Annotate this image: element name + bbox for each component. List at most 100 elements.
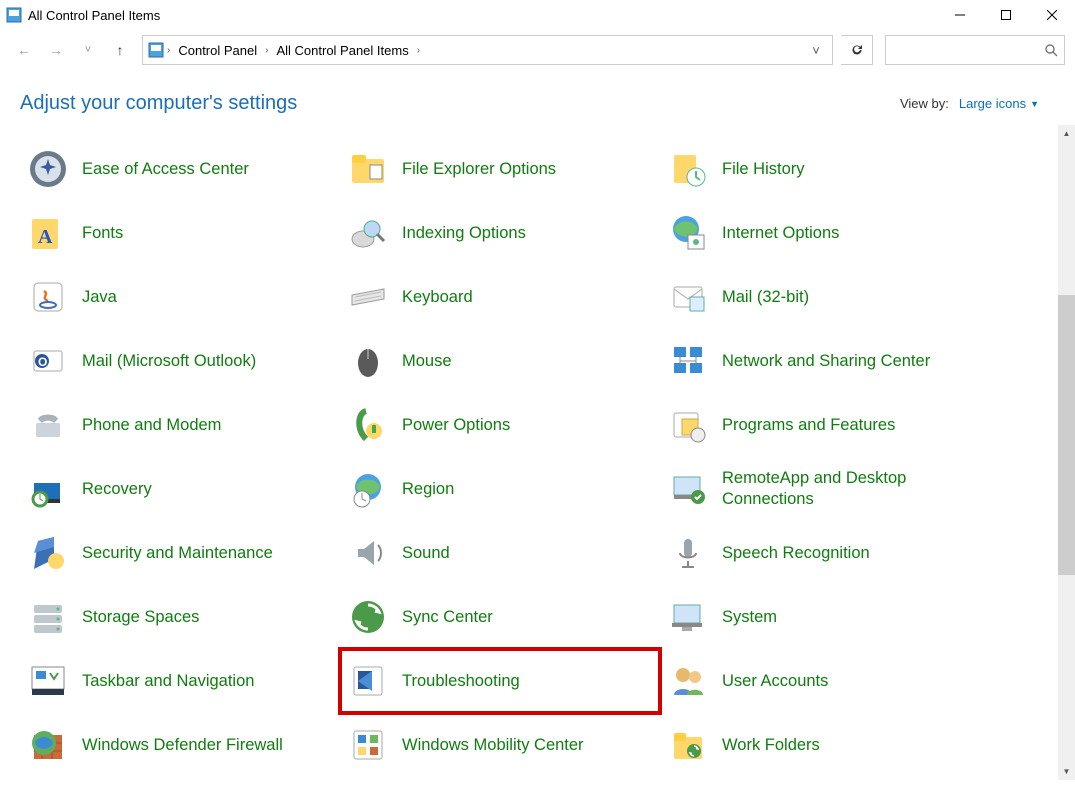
region-icon — [348, 469, 388, 509]
forward-button[interactable]: → — [42, 36, 70, 64]
cp-item-label: File Explorer Options — [402, 159, 556, 180]
cp-item-taskbar[interactable]: Taskbar and Navigation — [20, 649, 340, 713]
cp-item-label: Sound — [402, 543, 450, 564]
cp-item-folder-options[interactable]: File Explorer Options — [340, 137, 660, 201]
view-by-dropdown[interactable]: Large icons ▼ — [959, 96, 1039, 111]
cp-item-label: Troubleshooting — [402, 671, 520, 692]
cp-item-label: System — [722, 607, 777, 628]
cp-item-power[interactable]: Power Options — [340, 393, 660, 457]
cp-item-label: Ease of Access Center — [82, 159, 249, 180]
taskbar-icon — [28, 661, 68, 701]
storage-icon — [28, 597, 68, 637]
cp-item-firewall[interactable]: Windows Defender Firewall — [20, 713, 340, 777]
view-by-control: View by: Large icons ▼ — [900, 96, 1039, 111]
cp-item-label: Power Options — [402, 415, 510, 436]
cp-item-label: Speech Recognition — [722, 543, 870, 564]
cp-item-storage[interactable]: Storage Spaces — [20, 585, 340, 649]
view-by-value: Large icons — [959, 96, 1026, 111]
address-history-dropdown[interactable]: ˅ — [804, 43, 828, 58]
breadcrumb-current[interactable]: All Control Panel Items — [270, 36, 414, 64]
cp-item-security[interactable]: Security and Maintenance — [20, 521, 340, 585]
recent-locations-dropdown[interactable]: ˅ — [74, 36, 102, 64]
back-button[interactable]: ← — [10, 36, 38, 64]
cp-item-system[interactable]: System — [660, 585, 980, 649]
search-input[interactable] — [885, 35, 1065, 65]
cp-item-mail[interactable]: Mail (32-bit) — [660, 265, 980, 329]
up-button[interactable]: ↑ — [106, 36, 134, 64]
scroll-up-arrow[interactable]: ▲ — [1058, 125, 1075, 142]
cp-item-mail-outlook[interactable]: Mail (Microsoft Outlook) — [20, 329, 340, 393]
breadcrumb-root[interactable]: Control Panel — [172, 36, 263, 64]
cp-item-sync[interactable]: Sync Center — [340, 585, 660, 649]
breadcrumb-sep-icon: › — [417, 45, 420, 56]
items-grid: Ease of Access Center File Explorer Optio… — [0, 125, 1075, 777]
maximize-button[interactable] — [983, 0, 1029, 30]
java-icon — [28, 277, 68, 317]
scroll-down-arrow[interactable]: ▼ — [1058, 763, 1075, 780]
ease-of-access-icon — [28, 149, 68, 189]
cp-item-label: Mail (32-bit) — [722, 287, 809, 308]
scroll-thumb[interactable] — [1058, 295, 1075, 575]
cp-item-label: File History — [722, 159, 805, 180]
cp-item-label: Phone and Modem — [82, 415, 221, 436]
keyboard-icon — [348, 277, 388, 317]
phone-icon — [28, 405, 68, 445]
breadcrumb-sep-icon: › — [167, 45, 170, 56]
cp-item-label: Sync Center — [402, 607, 493, 628]
firewall-icon — [28, 725, 68, 765]
mobility-icon — [348, 725, 388, 765]
cp-item-label: Windows Mobility Center — [402, 735, 584, 756]
cp-item-troubleshoot[interactable]: Troubleshooting — [340, 649, 660, 713]
cp-item-internet[interactable]: Internet Options — [660, 201, 980, 265]
refresh-button[interactable] — [841, 35, 873, 65]
control-panel-app-icon — [6, 7, 22, 23]
cp-item-fonts[interactable]: Fonts — [20, 201, 340, 265]
cp-item-label: Recovery — [82, 479, 152, 500]
folder-options-icon — [348, 149, 388, 189]
cp-item-sound[interactable]: Sound — [340, 521, 660, 585]
cp-item-label: User Accounts — [722, 671, 828, 692]
cp-item-speech[interactable]: Speech Recognition — [660, 521, 980, 585]
view-by-label: View by: — [900, 96, 949, 111]
titlebar: All Control Panel Items — [0, 0, 1075, 30]
cp-item-label: RemoteApp and Desktop Connections — [722, 468, 962, 509]
network-icon — [668, 341, 708, 381]
address-bar[interactable]: › Control Panel › All Control Panel Item… — [142, 35, 833, 65]
internet-icon — [668, 213, 708, 253]
file-history-icon — [668, 149, 708, 189]
cp-item-keyboard[interactable]: Keyboard — [340, 265, 660, 329]
cp-item-ease-of-access[interactable]: Ease of Access Center — [20, 137, 340, 201]
cp-item-programs[interactable]: Programs and Features — [660, 393, 980, 457]
workfolders-icon — [668, 725, 708, 765]
cp-item-network[interactable]: Network and Sharing Center — [660, 329, 980, 393]
cp-item-region[interactable]: Region — [340, 457, 660, 521]
cp-item-phone[interactable]: Phone and Modem — [20, 393, 340, 457]
cp-item-indexing[interactable]: Indexing Options — [340, 201, 660, 265]
cp-item-label: Taskbar and Navigation — [82, 671, 254, 692]
cp-item-users[interactable]: User Accounts — [660, 649, 980, 713]
settings-heading: Adjust your computer's settings — [20, 92, 297, 115]
cp-item-java[interactable]: Java — [20, 265, 340, 329]
close-button[interactable] — [1029, 0, 1075, 30]
window-title: All Control Panel Items — [28, 8, 160, 23]
cp-item-remoteapp[interactable]: RemoteApp and Desktop Connections — [660, 457, 980, 521]
cp-item-label: Keyboard — [402, 287, 473, 308]
nav-row: ← → ˅ ↑ › Control Panel › All Control Pa… — [0, 30, 1075, 70]
cp-item-mobility[interactable]: Windows Mobility Center — [340, 713, 660, 777]
cp-item-file-history[interactable]: File History — [660, 137, 980, 201]
vertical-scrollbar[interactable]: ▲ ▼ — [1058, 125, 1075, 780]
cp-item-mouse[interactable]: Mouse — [340, 329, 660, 393]
cp-item-recovery[interactable]: Recovery — [20, 457, 340, 521]
search-icon — [1044, 43, 1058, 57]
remoteapp-icon — [668, 469, 708, 509]
indexing-icon — [348, 213, 388, 253]
cp-item-label: Fonts — [82, 223, 123, 244]
system-icon — [668, 597, 708, 637]
chevron-down-icon: ▼ — [1030, 99, 1039, 109]
cp-item-label: Network and Sharing Center — [722, 351, 930, 372]
minimize-button[interactable] — [937, 0, 983, 30]
cp-item-label: Storage Spaces — [82, 607, 199, 628]
cp-item-workfolders[interactable]: Work Folders — [660, 713, 980, 777]
security-icon — [28, 533, 68, 573]
content-area: Ease of Access Center File Explorer Optio… — [0, 125, 1075, 780]
